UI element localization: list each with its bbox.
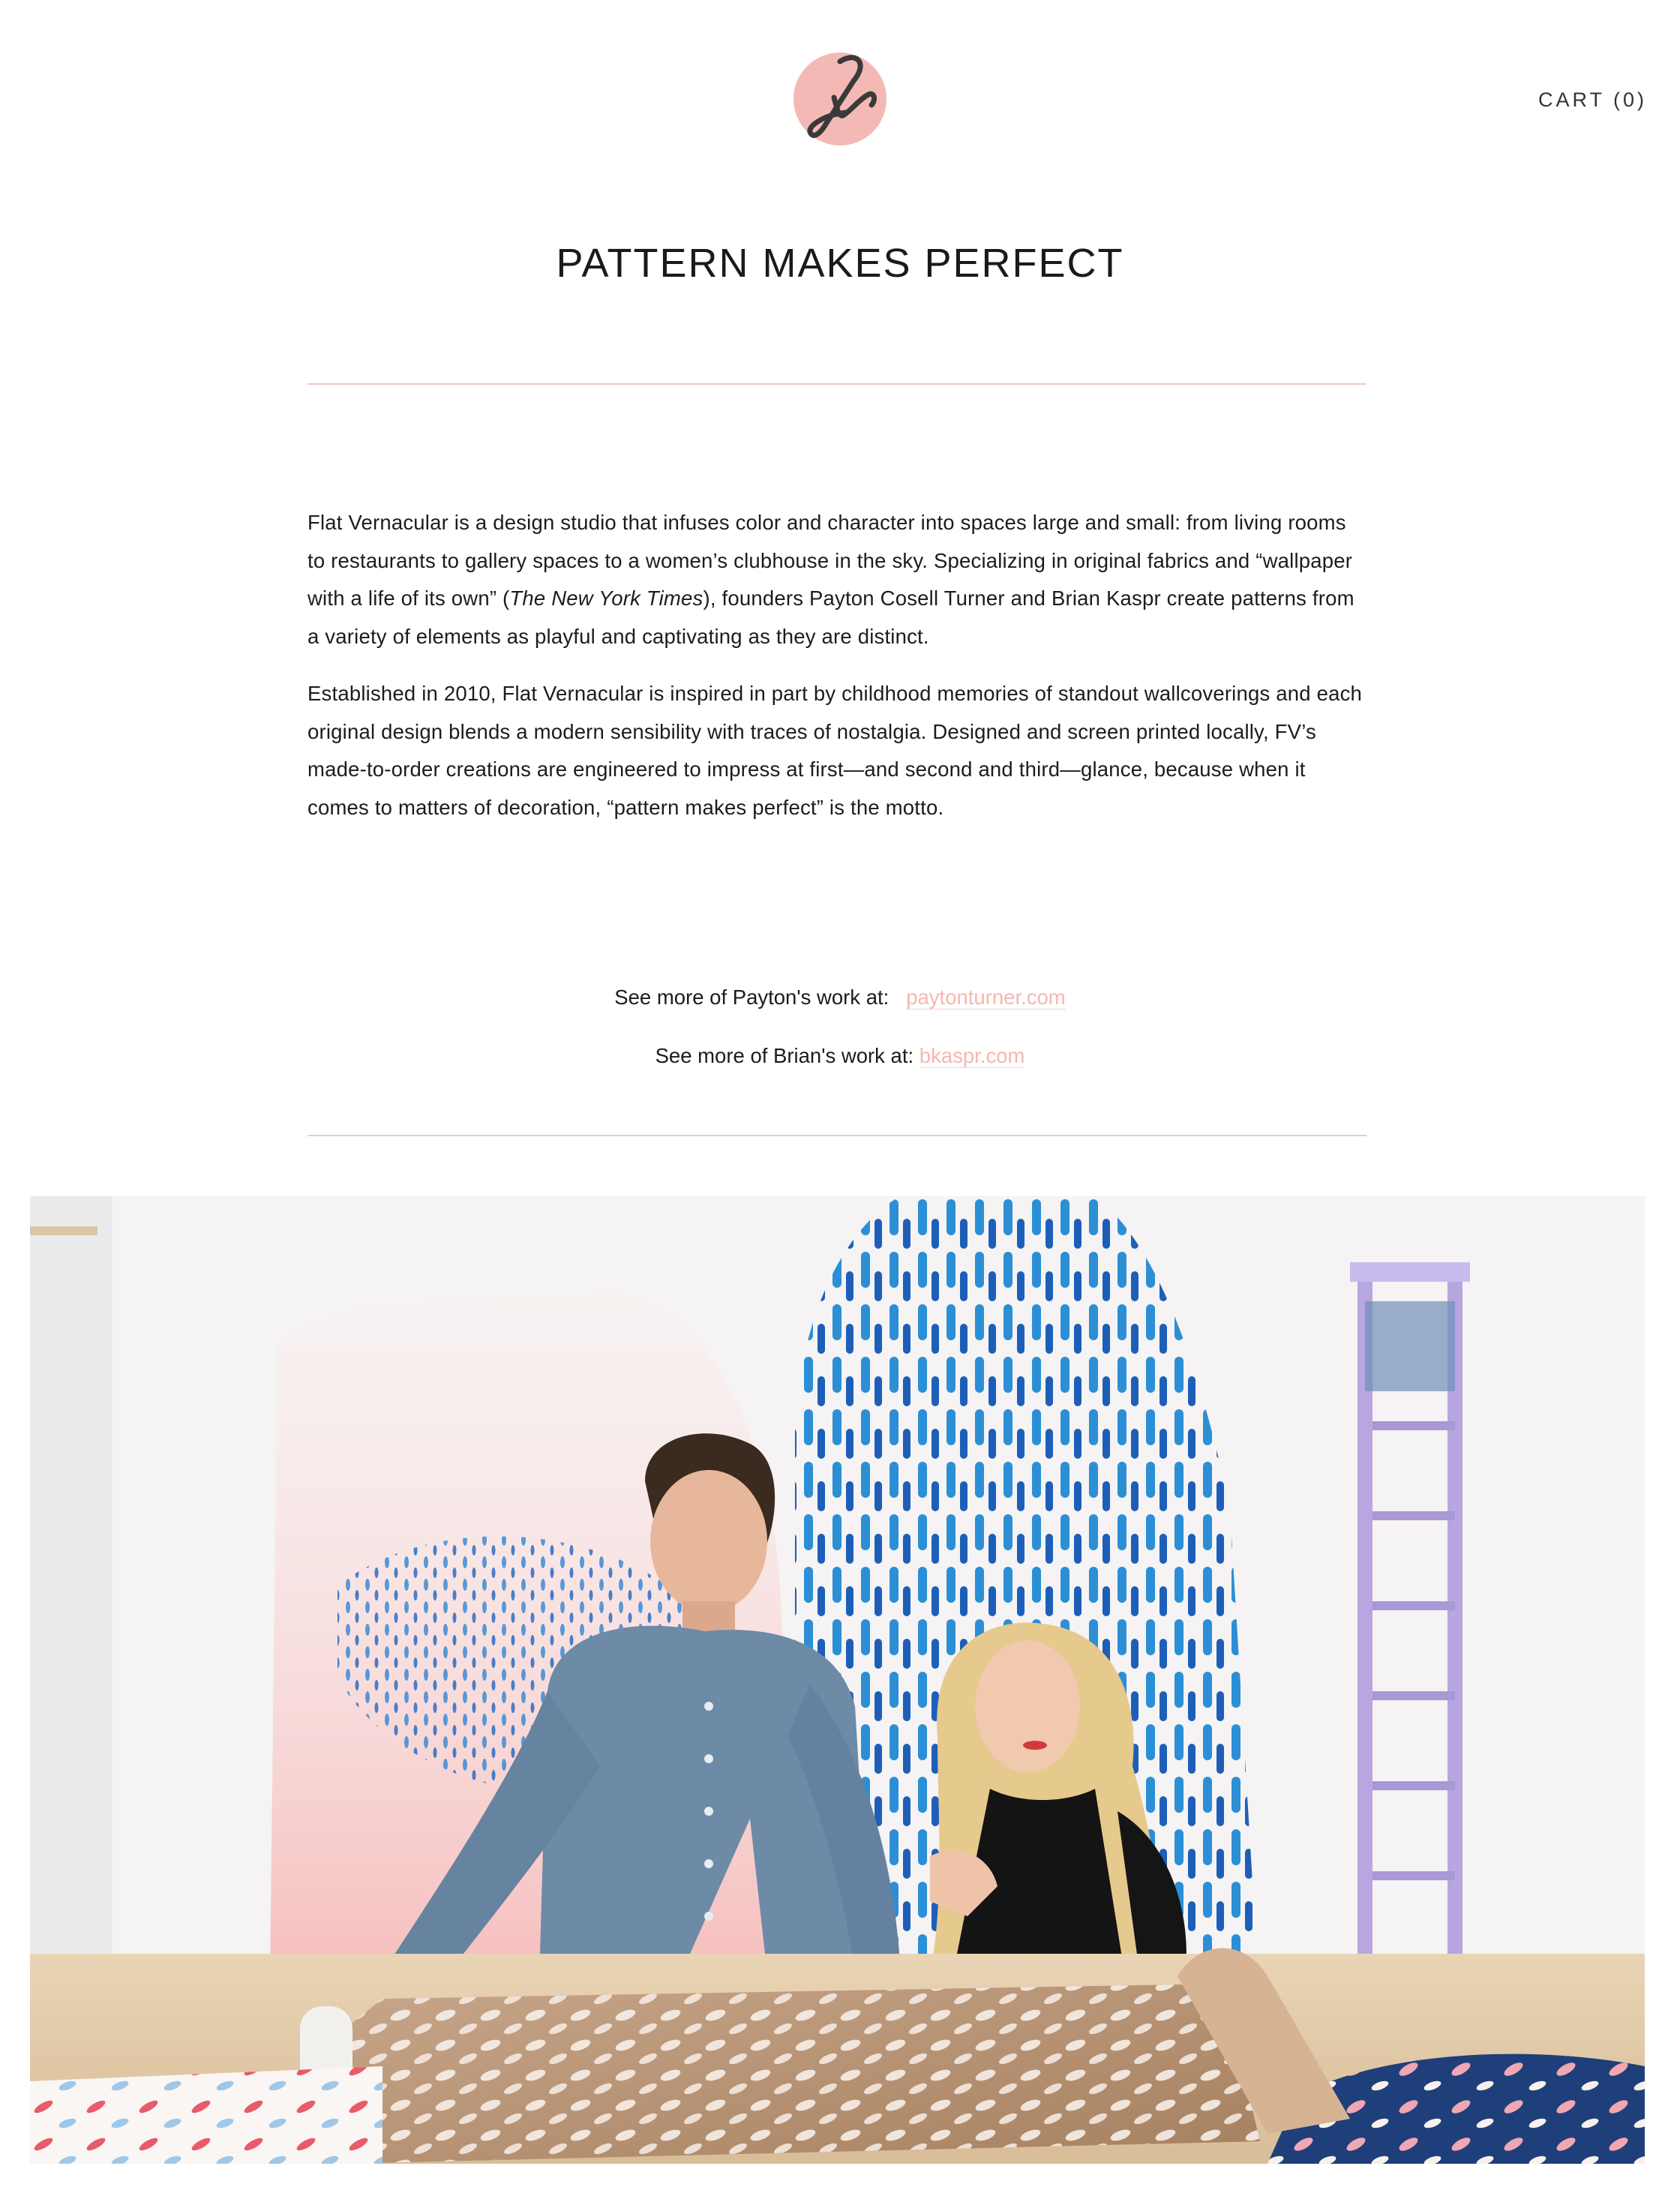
payton-label: See more of Payton's work at: — [614, 986, 890, 1009]
brian-website-link[interactable]: bkaspr.com — [919, 1044, 1025, 1068]
divider-top — [308, 383, 1366, 385]
cart-link[interactable]: CART (0) — [1538, 88, 1647, 112]
founder-links: See more of Payton's work at: paytonturn… — [0, 979, 1680, 1096]
payton-link-line: See more of Payton's work at: paytonturn… — [0, 979, 1680, 1037]
divider-bottom — [308, 1135, 1366, 1136]
intro-paragraph-2: Established in 2010, Flat Vernacular is … — [308, 682, 1363, 819]
brian-label: See more of Brian's work at: — [655, 1044, 914, 1067]
brian-link-line: See more of Brian's work at: bkaspr.com — [0, 1037, 1680, 1096]
brand-logo[interactable] — [788, 45, 892, 150]
intro-p1-publication: The New York Times — [509, 586, 704, 610]
payton-website-link[interactable]: paytonturner.com — [906, 986, 1066, 1010]
page-title: PATTERN MAKES PERFECT — [556, 241, 1124, 286]
intro-paragraph-1: Flat Vernacular is a design studio that … — [308, 504, 1366, 656]
site-header: CART (0) — [0, 0, 1680, 172]
intro-section: Flat Vernacular is a design studio that … — [308, 504, 1366, 846]
founders-photo — [30, 1196, 1645, 2164]
